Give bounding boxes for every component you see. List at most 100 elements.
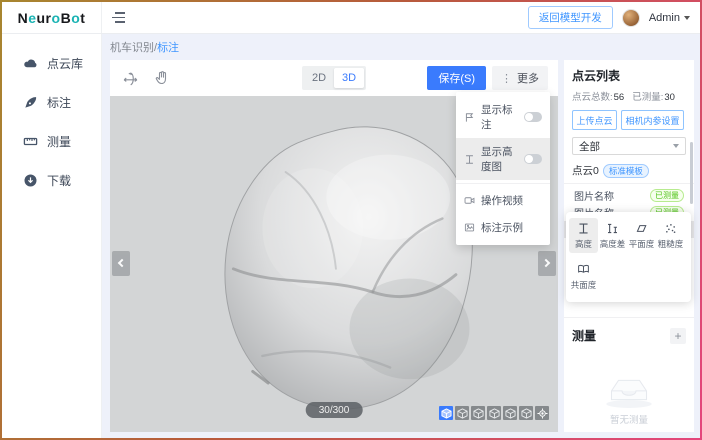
menu-item-annotation-example[interactable]: 标注示例 <box>456 214 550 241</box>
roughness-icon <box>664 222 677 235</box>
logo-letter: N <box>18 10 29 26</box>
tool-height-diff[interactable]: 高度差 <box>598 218 627 253</box>
tool-height[interactable]: 高度 <box>569 218 598 253</box>
tool-label: 高度 <box>575 238 592 250</box>
sidebar-item-pointcloud-library[interactable]: 点云库 <box>2 44 101 83</box>
menu-item-label: 操作视频 <box>481 193 523 208</box>
empty-text: 暂无测量 <box>610 412 648 426</box>
main-area: 机车识别/标注 2 <box>102 34 700 438</box>
save-button[interactable]: 保存(S) <box>427 66 486 90</box>
ruler-icon <box>23 134 38 149</box>
pan-hand-tool-icon[interactable] <box>152 68 172 88</box>
tooth-3d-model[interactable] <box>169 114 499 414</box>
logo-letter: o <box>52 10 61 26</box>
menu-item-label: 标注示例 <box>481 220 523 235</box>
app-window: NeuroBot 返回模型开发 Admin 点云库 标注 测量 <box>0 0 702 440</box>
height-diff-icon <box>606 222 619 235</box>
logo-text: NeuroBot <box>18 10 86 26</box>
height-ibeam-icon <box>464 154 475 165</box>
tool-label: 高度差 <box>600 238 626 250</box>
chevron-down-icon <box>673 144 679 148</box>
mode-2d-button[interactable]: 2D <box>304 68 334 88</box>
menu-item-show-heightmap[interactable]: 显示高度图 <box>456 138 550 180</box>
tool-coplanarity[interactable]: 共面度 <box>569 259 598 294</box>
user-menu[interactable]: Admin <box>649 12 690 24</box>
pointcloud-panel: 点云列表 点云总数:56 已测量:30 上传点云 相机内参设置 全部 点云0 <box>564 60 694 432</box>
sidebar-item-label: 下载 <box>47 172 71 189</box>
view-right-button[interactable] <box>503 406 517 420</box>
sidebar-item-label: 测量 <box>47 133 71 150</box>
image-pagination: 30/300 <box>306 402 363 418</box>
sidebar-item-label: 标注 <box>47 94 71 111</box>
view-orientation-bar <box>439 406 549 420</box>
upload-pointcloud-button[interactable]: 上传点云 <box>572 110 617 130</box>
add-measurement-button[interactable]: + <box>670 328 686 344</box>
total-label: 点云总数: <box>572 92 613 103</box>
logo-letter: t <box>80 10 85 26</box>
height-icon <box>577 222 590 235</box>
tool-label: 粗糙度 <box>658 238 684 250</box>
divider <box>564 183 694 184</box>
chevron-down-icon <box>684 16 690 20</box>
rotate-tool-icon[interactable] <box>120 68 140 88</box>
logo-letter: o <box>71 10 80 26</box>
measure-tools-popup: 高度 高度差 平面度 粗糙度 <box>566 212 691 302</box>
breadcrumb-current: 标注 <box>157 42 179 54</box>
left-sidebar: 点云库 标注 测量 下载 <box>2 34 102 438</box>
video-icon <box>464 195 475 206</box>
measure-empty-state: 暂无测量 <box>572 347 686 428</box>
breadcrumb-parent[interactable]: 机车识别 <box>110 42 154 54</box>
next-image-button[interactable] <box>538 251 556 276</box>
menu-item-show-annotation[interactable]: 显示标注 <box>456 96 550 138</box>
download-icon <box>23 173 38 188</box>
mode-3d-button[interactable]: 3D <box>334 68 364 88</box>
filter-select[interactable]: 全部 <box>572 137 686 155</box>
image-list-item[interactable]: 图片名称 已测量 <box>572 187 686 204</box>
show-heightmap-toggle[interactable] <box>524 154 542 164</box>
view-front-button[interactable] <box>455 406 469 420</box>
reset-view-button[interactable] <box>535 406 549 420</box>
pointcloud-stats: 点云总数:56 已测量:30 <box>572 89 686 103</box>
more-label: 更多 <box>517 70 539 86</box>
flatness-icon <box>635 222 648 235</box>
top-header: NeuroBot 返回模型开发 Admin <box>2 2 700 34</box>
view-left-button[interactable] <box>487 406 501 420</box>
panel-scrollbar[interactable] <box>690 142 693 204</box>
sidebar-item-measure[interactable]: 测量 <box>2 122 101 161</box>
more-dropdown-menu: 显示标注 显示高度图 操作视频 <box>456 92 550 245</box>
tool-label: 平面度 <box>629 238 655 250</box>
tool-flatness[interactable]: 平面度 <box>627 218 656 253</box>
more-button[interactable]: ⋮更多 <box>492 66 548 90</box>
pointcloud-group-row[interactable]: 点云0 标准模板 <box>572 161 686 183</box>
total-value: 56 <box>614 92 625 103</box>
view-top-button[interactable] <box>519 406 533 420</box>
breadcrumb: 机车识别/标注 <box>110 37 694 60</box>
measured-value: 30 <box>664 92 675 103</box>
divider <box>564 317 694 318</box>
prev-image-button[interactable] <box>112 251 130 276</box>
menu-separator <box>456 183 550 184</box>
chevron-right-icon <box>542 259 550 267</box>
cloud-icon <box>23 56 38 71</box>
template-tag: 标准模板 <box>603 164 649 178</box>
header-bar: 返回模型开发 Admin <box>102 2 700 33</box>
show-annotation-toggle[interactable] <box>524 112 542 122</box>
menu-item-label: 显示高度图 <box>481 144 518 174</box>
user-name: Admin <box>649 12 680 24</box>
logo: NeuroBot <box>2 2 102 33</box>
menu-item-label: 显示标注 <box>481 102 518 132</box>
camera-params-button[interactable]: 相机内参设置 <box>621 110 684 130</box>
flag-icon <box>464 112 475 123</box>
user-avatar[interactable] <box>622 9 640 27</box>
tool-roughness[interactable]: 粗糙度 <box>656 218 685 253</box>
view-iso-button[interactable] <box>439 406 453 420</box>
sidebar-item-annotation[interactable]: 标注 <box>2 83 101 122</box>
pen-icon <box>23 95 38 110</box>
sidebar-item-download[interactable]: 下载 <box>2 161 101 200</box>
sidebar-item-label: 点云库 <box>47 55 83 72</box>
menu-item-tutorial-video[interactable]: 操作视频 <box>456 187 550 214</box>
view-back-button[interactable] <box>471 406 485 420</box>
collapse-menu-icon[interactable] <box>112 10 128 26</box>
crosshair-icon <box>537 408 548 419</box>
back-to-model-dev-button[interactable]: 返回模型开发 <box>528 6 613 29</box>
